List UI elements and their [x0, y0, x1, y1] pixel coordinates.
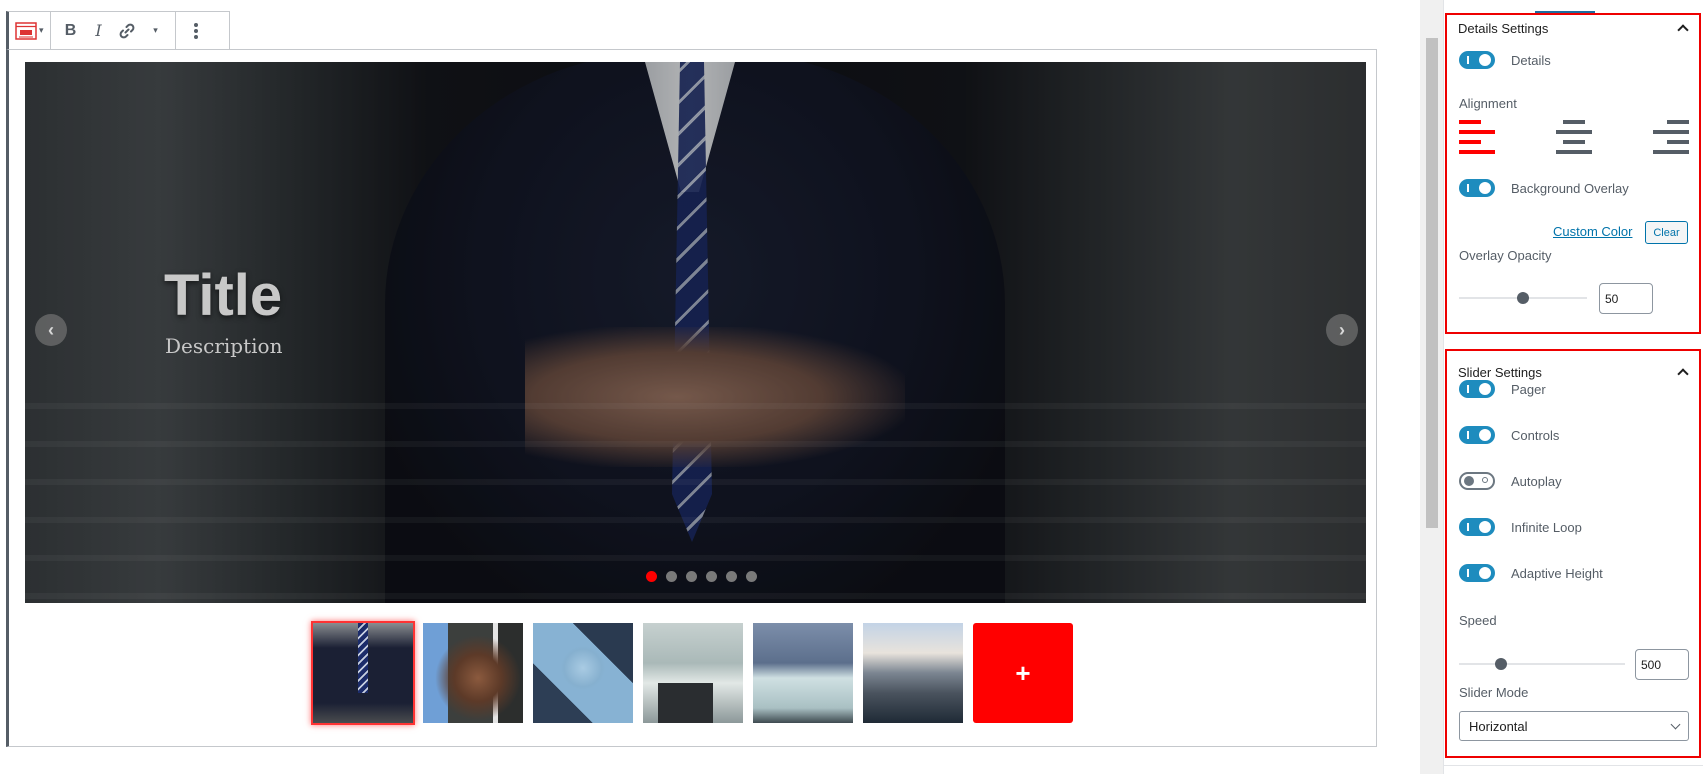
- panel-title: Slider Settings: [1458, 364, 1542, 380]
- details-toggle-row: Details: [1459, 51, 1551, 69]
- sidebar-divider: [1443, 765, 1703, 766]
- align-center-icon[interactable]: [1556, 120, 1592, 154]
- editor-scrollbar-thumb[interactable]: [1426, 38, 1438, 528]
- slide-description[interactable]: Description: [165, 334, 282, 358]
- toggle-label: Background Overlay: [1511, 180, 1629, 196]
- chevron-up-icon: [1677, 24, 1689, 36]
- alignment-options: [1459, 120, 1689, 154]
- block-switcher-group: ▾: [9, 12, 51, 49]
- background-overlay-toggle[interactable]: [1459, 179, 1495, 197]
- toggle-label: Controls: [1511, 427, 1560, 443]
- italic-button[interactable]: I: [85, 16, 113, 46]
- thumbnail-1[interactable]: [313, 623, 413, 723]
- add-slide-button[interactable]: +: [973, 623, 1073, 723]
- chevron-down-icon: ▾: [153, 25, 158, 35]
- speed-label: Speed: [1459, 613, 1497, 628]
- bold-button[interactable]: B: [57, 16, 85, 46]
- details-settings-panel: Details Settings Details Alignment Backg…: [1445, 13, 1701, 334]
- autoplay-toggle-row: Autoplay: [1459, 472, 1562, 490]
- overlay-opacity-input[interactable]: [1599, 283, 1653, 314]
- pager-dot-4[interactable]: [706, 571, 717, 582]
- infinite-loop-toggle-row: Infinite Loop: [1459, 518, 1582, 536]
- toggle-label: Adaptive Height: [1511, 565, 1603, 581]
- overlay-opacity-slider[interactable]: [1459, 292, 1587, 304]
- pager-toggle-row: Pager: [1459, 380, 1546, 398]
- controls-toggle[interactable]: [1459, 426, 1495, 444]
- slide-image: Title Description ‹ ›: [25, 62, 1366, 603]
- slider-block[interactable]: Title Description ‹ › +: [6, 49, 1377, 747]
- chevron-right-icon: ›: [1339, 319, 1345, 340]
- slider-pager: [646, 571, 757, 582]
- block-type-button[interactable]: ▾: [15, 16, 44, 46]
- slider-handle[interactable]: [1494, 658, 1507, 670]
- thumbnail-2[interactable]: [423, 623, 523, 723]
- format-group: B I ▾: [51, 12, 176, 49]
- background-overlay-row: Background Overlay: [1459, 179, 1629, 197]
- infinite-loop-toggle[interactable]: [1459, 518, 1495, 536]
- plus-icon: +: [1015, 657, 1031, 688]
- chevron-up-icon: [1677, 368, 1689, 380]
- more-options-button[interactable]: [182, 16, 210, 46]
- slider-settings-panel: Slider Settings Pager Controls Autoplay …: [1445, 349, 1701, 758]
- adaptive-height-toggle-row: Adaptive Height: [1459, 564, 1603, 582]
- speed-slider[interactable]: [1459, 658, 1625, 670]
- link-icon: [119, 23, 134, 38]
- slider-block-icon: [15, 21, 37, 40]
- pager-dot-1[interactable]: [646, 571, 657, 582]
- panel-title: Details Settings: [1458, 20, 1549, 36]
- prev-slide-button[interactable]: ‹: [35, 314, 67, 346]
- pager-dot-3[interactable]: [686, 571, 697, 582]
- clear-color-button[interactable]: Clear: [1645, 221, 1688, 244]
- field-label: Slider Mode: [1459, 685, 1529, 700]
- align-left-icon[interactable]: [1459, 120, 1495, 154]
- thumbnail-strip: +: [313, 623, 1073, 723]
- more-options-icon: [193, 22, 198, 39]
- custom-color-link[interactable]: Custom Color: [1553, 224, 1632, 239]
- thumbnail-4[interactable]: [643, 623, 743, 723]
- overlay-opacity-label: Overlay Opacity: [1459, 248, 1551, 263]
- editor-canvas: ▾ B I ▾ Title Description ‹ › +: [0, 0, 1420, 774]
- pager-dot-2[interactable]: [666, 571, 677, 582]
- toggle-label: Details: [1511, 52, 1551, 68]
- slider-mode-label: Slider Mode: [1459, 685, 1528, 700]
- details-toggle[interactable]: [1459, 51, 1495, 69]
- details-settings-header[interactable]: Details Settings: [1447, 15, 1699, 41]
- link-button[interactable]: [113, 16, 141, 46]
- block-toolbar: ▾ B I ▾: [6, 11, 230, 49]
- thumbnail-6[interactable]: [863, 623, 963, 723]
- pager-toggle[interactable]: [1459, 380, 1495, 398]
- thumbnail-5[interactable]: [753, 623, 853, 723]
- slider-handle[interactable]: [1517, 292, 1529, 304]
- autoplay-toggle[interactable]: [1459, 472, 1495, 490]
- next-slide-button[interactable]: ›: [1326, 314, 1358, 346]
- alignment-label: Alignment: [1459, 96, 1517, 111]
- chevron-down-icon: [1670, 719, 1681, 729]
- more-formats-button[interactable]: ▾: [141, 16, 169, 46]
- pager-dot-5[interactable]: [726, 571, 737, 582]
- align-right-icon[interactable]: [1653, 120, 1689, 154]
- toggle-label: Infinite Loop: [1511, 519, 1582, 535]
- options-group: [176, 12, 216, 49]
- speed-input[interactable]: [1635, 649, 1689, 680]
- toggle-label: Autoplay: [1511, 473, 1562, 489]
- select-value: Horizontal: [1469, 718, 1528, 734]
- chevron-down-icon: ▾: [39, 25, 44, 35]
- field-label: Speed: [1459, 613, 1497, 628]
- background-overlay: [25, 62, 1366, 603]
- toggle-label: Pager: [1511, 381, 1546, 397]
- adaptive-height-toggle[interactable]: [1459, 564, 1495, 582]
- pager-dot-6[interactable]: [746, 571, 757, 582]
- slider-mode-select[interactable]: Horizontal: [1459, 711, 1689, 741]
- field-label: Overlay Opacity: [1459, 248, 1552, 263]
- thumbnail-3[interactable]: [533, 623, 633, 723]
- controls-toggle-row: Controls: [1459, 426, 1559, 444]
- field-label: Alignment: [1459, 96, 1517, 111]
- slide-title[interactable]: Title: [164, 262, 282, 329]
- chevron-left-icon: ‹: [48, 319, 54, 340]
